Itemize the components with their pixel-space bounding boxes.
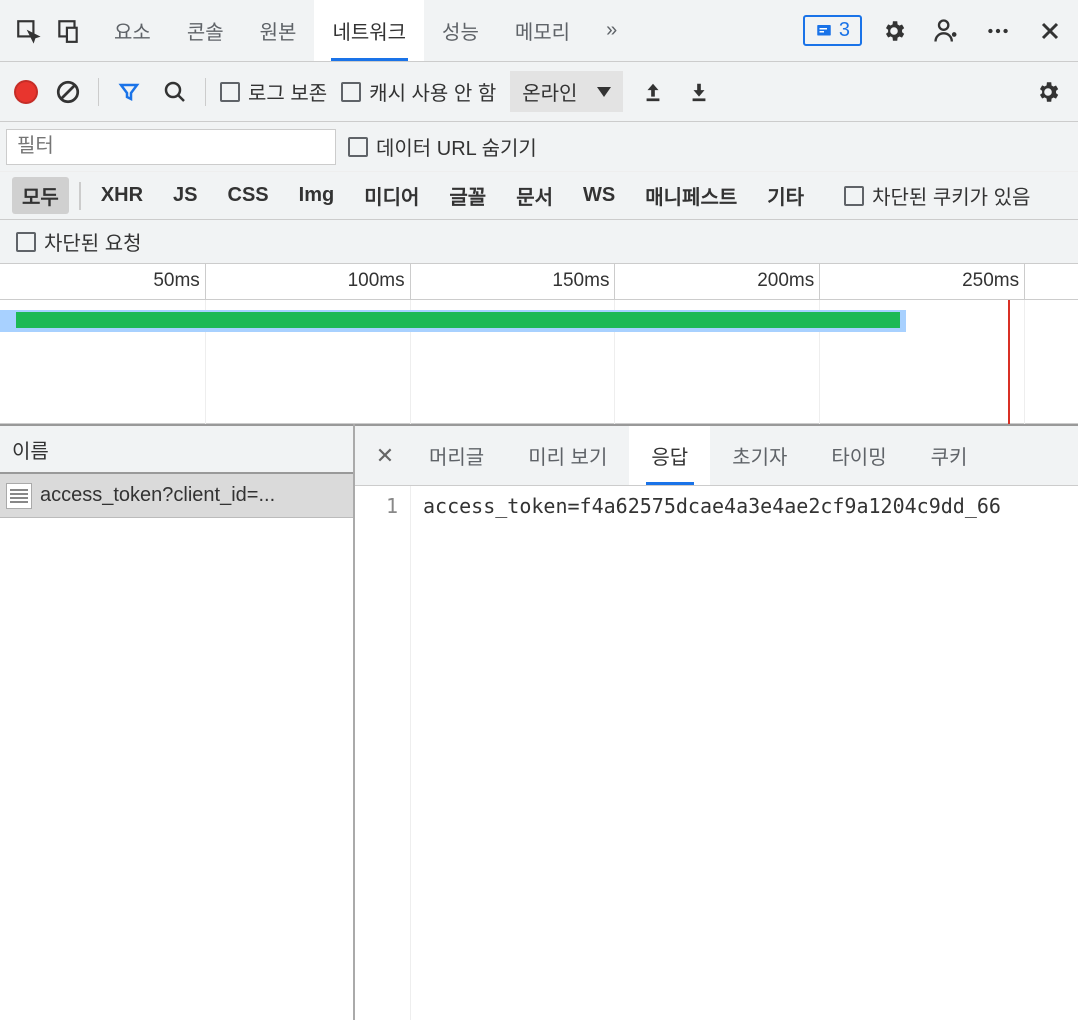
blocked-cookies-label: 차단된 쿠키가 있음	[872, 181, 1030, 210]
device-toggle-icon[interactable]	[48, 11, 88, 51]
throttling-select[interactable]: 온라인	[510, 71, 623, 112]
response-content: access_token=f4a62575dcae4a3e4ae2cf9a120…	[411, 486, 1001, 1020]
type-filter-img[interactable]: Img	[289, 180, 345, 211]
filter-input[interactable]	[6, 129, 336, 165]
tab-network[interactable]: 네트워크	[314, 0, 424, 61]
inspect-element-icon[interactable]	[8, 11, 48, 51]
detail-tab-headers[interactable]: 머리글	[407, 426, 506, 485]
tick-label: 50ms	[153, 270, 199, 292]
load-marker	[1008, 300, 1010, 424]
panel-tabs: 요소 콘솔 원본 네트워크 성능 메모리 »	[96, 0, 635, 61]
tab-performance[interactable]: 성능	[424, 0, 497, 61]
tab-sources[interactable]: 원본	[242, 0, 315, 61]
clear-icon[interactable]	[52, 76, 84, 108]
type-filter-font[interactable]: 글꼴	[439, 177, 496, 214]
detail-tab-initiator[interactable]: 초기자	[710, 426, 809, 485]
timeline-bar-inner	[16, 312, 900, 328]
type-filter-xhr[interactable]: XHR	[91, 180, 153, 211]
detail-tab-response[interactable]: 응답	[629, 426, 710, 485]
tick-label: 250ms	[962, 270, 1019, 292]
blocked-requests-label: 차단된 요청	[44, 227, 142, 256]
detail-tab-cookies[interactable]: 쿠키	[909, 426, 990, 485]
more-menu-icon[interactable]	[978, 11, 1018, 51]
blocked-cookies-checkbox[interactable]: 차단된 쿠키가 있음	[844, 181, 1030, 210]
detail-tab-preview[interactable]: 미리 보기	[506, 426, 629, 485]
issues-badge[interactable]: 3	[803, 15, 862, 46]
close-details-icon[interactable]: ✕	[363, 426, 407, 485]
request-row[interactable]: access_token?client_id=...	[0, 474, 353, 518]
disable-cache-label: 캐시 사용 안 함	[369, 77, 496, 106]
divider	[98, 78, 99, 106]
hide-data-urls-label: 데이터 URL 숨기기	[376, 132, 537, 161]
throttling-value: 온라인	[522, 77, 577, 106]
line-number: 1	[355, 486, 411, 1020]
timeline-overview[interactable]: 50ms 100ms 150ms 200ms 250ms	[0, 264, 1078, 424]
response-body[interactable]: 1 access_token=f4a62575dcae4a3e4ae2cf9a1…	[355, 486, 1078, 1020]
request-list-header[interactable]: 이름	[0, 424, 353, 474]
close-devtools-icon[interactable]	[1030, 11, 1070, 51]
download-har-icon[interactable]	[683, 76, 715, 108]
document-icon	[6, 483, 32, 509]
type-filter-media[interactable]: 미디어	[354, 177, 429, 214]
blocked-requests-checkbox[interactable]: 차단된 요청	[16, 227, 142, 256]
tick-label: 200ms	[757, 270, 814, 292]
issues-count: 3	[839, 19, 850, 42]
divider	[205, 78, 206, 106]
chevron-down-icon	[597, 87, 611, 97]
filter-icon[interactable]	[113, 76, 145, 108]
account-icon[interactable]	[926, 11, 966, 51]
tab-memory[interactable]: 메모리	[497, 0, 588, 61]
type-filter-other[interactable]: 기타	[757, 177, 814, 214]
request-list: 이름 access_token?client_id=...	[0, 424, 355, 1020]
preserve-log-checkbox[interactable]: 로그 보존	[220, 77, 327, 106]
type-filter-css[interactable]: CSS	[218, 180, 279, 211]
type-filter-manifest[interactable]: 매니페스트	[635, 177, 747, 214]
type-filter-js[interactable]: JS	[163, 180, 207, 211]
tab-elements[interactable]: 요소	[96, 0, 169, 61]
tick-label: 150ms	[552, 270, 609, 292]
record-button[interactable]	[14, 80, 38, 104]
tick-label: 100ms	[348, 270, 405, 292]
type-filter-ws[interactable]: WS	[573, 180, 625, 211]
request-name: access_token?client_id=...	[40, 484, 275, 507]
type-filter-doc[interactable]: 문서	[506, 177, 563, 214]
upload-har-icon[interactable]	[637, 76, 669, 108]
detail-tab-timing[interactable]: 타이밍	[809, 426, 908, 485]
tab-console[interactable]: 콘솔	[169, 0, 242, 61]
network-settings-icon[interactable]	[1032, 76, 1064, 108]
type-filter-all[interactable]: 모두	[12, 177, 69, 214]
settings-gear-icon[interactable]	[874, 11, 914, 51]
preserve-log-label: 로그 보존	[248, 77, 327, 106]
disable-cache-checkbox[interactable]: 캐시 사용 안 함	[341, 77, 496, 106]
tabs-overflow[interactable]: »	[588, 0, 635, 61]
search-icon[interactable]	[159, 76, 191, 108]
hide-data-urls-checkbox[interactable]: 데이터 URL 숨기기	[348, 132, 537, 161]
divider	[79, 182, 81, 210]
